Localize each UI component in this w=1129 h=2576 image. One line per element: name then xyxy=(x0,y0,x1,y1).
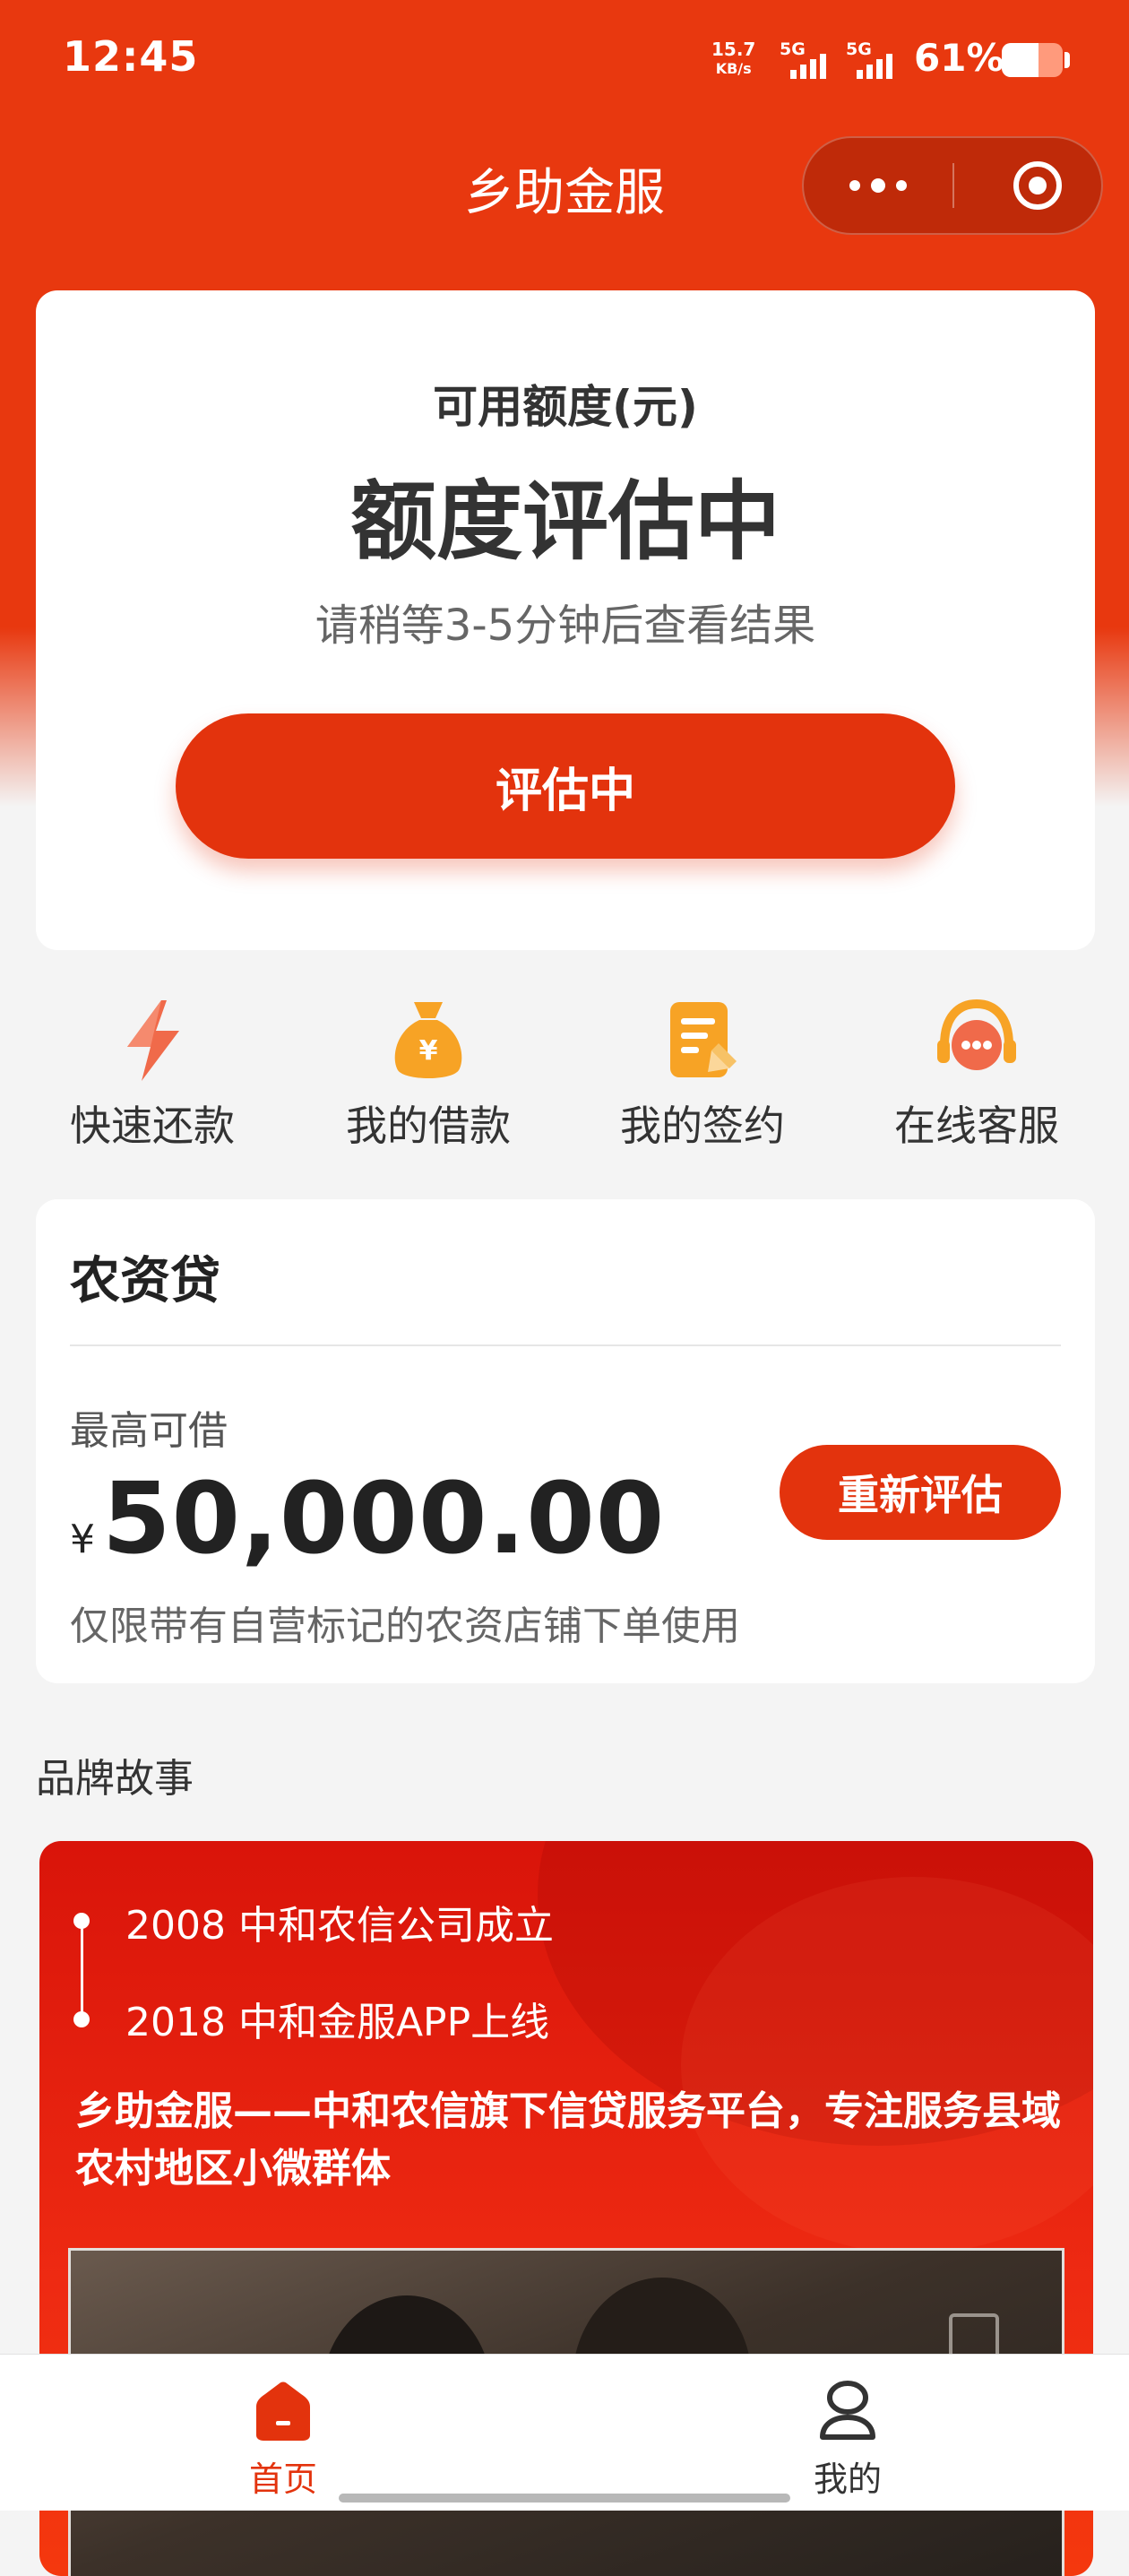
timeline-dot xyxy=(73,2011,90,2027)
quick-action-my-loans[interactable]: ¥ 我的借款 xyxy=(312,986,545,1156)
network-speed: 15.7 KB/s xyxy=(711,39,755,79)
loan-note: 仅限带有自营标记的农资店铺下单使用 xyxy=(70,1604,740,1649)
dot-icon xyxy=(871,178,885,193)
quick-action-label: 我的签约 xyxy=(620,1102,785,1150)
battery-tip xyxy=(1064,52,1070,68)
signal-1-icon: 5G xyxy=(780,39,848,79)
battery-fill xyxy=(1002,43,1039,77)
home-indicator xyxy=(339,2494,790,2503)
more-options-button[interactable] xyxy=(804,138,952,233)
bottom-tab-bar: 首页 我的 xyxy=(0,2354,1129,2511)
max-loan-label: 最高可借 xyxy=(70,1408,228,1454)
evaluating-button[interactable]: 评估中 xyxy=(176,713,955,859)
contract-icon xyxy=(670,1002,737,1077)
max-loan-amount: ¥50,000.00 xyxy=(70,1461,665,1576)
quick-action-repay[interactable]: 快速还款 xyxy=(36,986,269,1156)
amount-value: 50,000.00 xyxy=(102,1461,666,1576)
profile-icon xyxy=(820,2381,875,2440)
credit-label: 可用额度(元) xyxy=(433,381,698,433)
quick-action-my-contracts[interactable]: 我的签约 xyxy=(586,986,819,1156)
tab-home[interactable]: 首页 xyxy=(149,2355,418,2511)
tab-profile[interactable]: 我的 xyxy=(713,2355,982,2511)
quick-action-label: 在线客服 xyxy=(894,1102,1059,1150)
close-target-icon[interactable] xyxy=(1010,158,1065,213)
quick-action-label: 我的借款 xyxy=(346,1102,511,1150)
re-evaluate-button[interactable]: 重新评估 xyxy=(780,1445,1061,1540)
lightning-icon xyxy=(127,1000,179,1081)
battery-icon xyxy=(1002,43,1063,77)
status-time: 12:45 xyxy=(63,32,199,81)
quick-action-customer-service[interactable]: 在线客服 xyxy=(860,986,1093,1156)
network-speed-unit: KB/s xyxy=(715,60,752,77)
brand-description: 乡助金服——中和农信旗下信贷服务平台，专注服务县域农村地区小微群体 xyxy=(75,2088,1061,2191)
dot-icon xyxy=(849,180,860,191)
battery-percent: 61% xyxy=(914,36,1004,80)
quick-actions: 快速还款 ¥ 我的借款 我的签约 在线客服 xyxy=(0,986,1129,1156)
loan-title: 农资贷 xyxy=(70,1252,220,1310)
timeline-item: 2018 中和金服APP上线 xyxy=(125,2000,550,2045)
dot-icon xyxy=(896,180,907,191)
timeline-line xyxy=(81,1916,83,2015)
signal-2-icon: 5G xyxy=(846,39,914,79)
loan-product-card: 农资贷 最高可借 ¥50,000.00 重新评估 仅限带有自营标记的农资店铺下单… xyxy=(36,1199,1095,1683)
headset-icon xyxy=(937,998,1016,1070)
capsule-divider xyxy=(952,163,954,208)
timeline-item: 2008 中和农信公司成立 xyxy=(125,1903,554,1949)
quick-action-label: 快速还款 xyxy=(70,1102,235,1150)
credit-hint: 请稍等3-5分钟后查看结果 xyxy=(315,601,816,651)
brand-story-heading: 品牌故事 xyxy=(36,1756,194,1802)
timeline-dot xyxy=(73,1913,90,1929)
money-bag-icon: ¥ xyxy=(394,1002,462,1078)
network-speed-value: 15.7 xyxy=(711,39,756,60)
loan-divider xyxy=(70,1344,1061,1346)
mini-program-capsule xyxy=(802,136,1103,235)
credit-status: 额度评估中 xyxy=(350,471,780,572)
currency-symbol: ¥ xyxy=(70,1517,95,1562)
status-bar: 12:45 15.7 KB/s 5G 5G 61% xyxy=(0,0,1129,125)
credit-card: 可用额度(元) 额度评估中 请稍等3-5分钟后查看结果 评估中 xyxy=(36,290,1095,950)
home-icon xyxy=(256,2382,310,2441)
svg-text:¥: ¥ xyxy=(419,1035,438,1067)
